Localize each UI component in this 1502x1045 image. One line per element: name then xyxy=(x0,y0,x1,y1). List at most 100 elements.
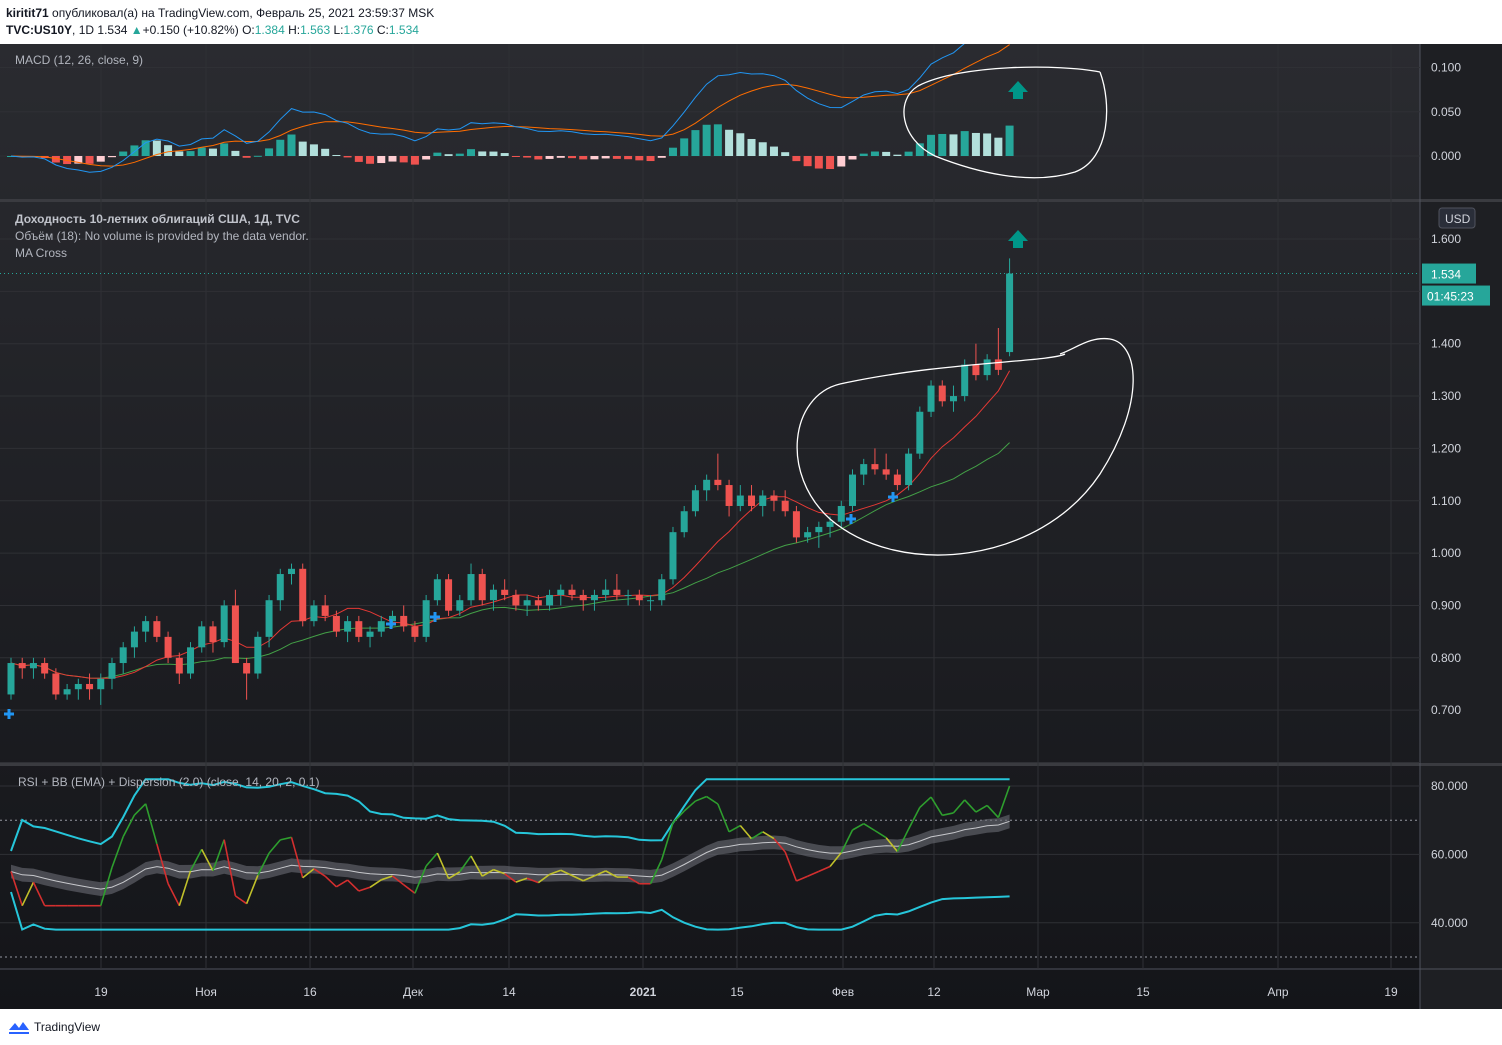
price-tick-label: 1.300 xyxy=(1431,389,1461,403)
price-tick-label: 1.000 xyxy=(1431,546,1461,560)
macd-histogram-bar xyxy=(287,134,296,156)
last-price: 1.534 xyxy=(97,23,128,37)
candle-body xyxy=(759,495,767,506)
candle-body xyxy=(882,469,890,475)
macd-histogram-bar xyxy=(814,156,823,169)
macd-tick-label: 0.000 xyxy=(1431,149,1461,163)
candle-body xyxy=(792,511,800,538)
chart-area[interactable]: 1.6001.5001.4001.3001.2001.1001.0000.900… xyxy=(0,13,1502,1009)
pane-separator xyxy=(0,763,1502,766)
candle-body xyxy=(534,600,542,606)
candle-body xyxy=(310,605,318,622)
macd-histogram-bar xyxy=(175,151,184,156)
price-tick-label: 1.600 xyxy=(1431,232,1461,246)
time-tick-label: 15 xyxy=(730,985,744,999)
candle-body xyxy=(63,689,71,695)
candle-body xyxy=(299,568,307,622)
macd-histogram-bar xyxy=(747,138,756,156)
macd-histogram-bar xyxy=(938,133,947,156)
high-label: H: xyxy=(288,23,301,37)
open-label: O: xyxy=(242,23,255,37)
macd-histogram-bar xyxy=(590,156,599,160)
macd-histogram-bar xyxy=(410,156,419,165)
candle-body xyxy=(422,600,430,637)
low-value: 1.376 xyxy=(343,23,374,37)
price-tick-label: 0.800 xyxy=(1431,651,1461,665)
close-label: C: xyxy=(376,23,389,37)
rsi-title: RSI + BB (EMA) + Dispersion (2.0) (close… xyxy=(18,775,320,789)
macd-histogram-bar xyxy=(489,151,498,156)
macd-histogram-bar xyxy=(725,129,734,156)
ma-cross-label: MA Cross xyxy=(15,246,68,260)
macd-histogram-bar xyxy=(220,143,229,156)
candle-body xyxy=(456,600,464,611)
macd-histogram-bar xyxy=(96,156,105,162)
candle-body xyxy=(972,364,980,376)
macd-histogram-bar xyxy=(994,137,1003,156)
macd-histogram-bar xyxy=(343,156,352,158)
candle-body xyxy=(355,621,363,637)
macd-histogram-bar xyxy=(635,156,644,161)
macd-histogram-bar xyxy=(657,156,666,158)
macd-histogram-bar xyxy=(265,148,274,156)
chart-svg[interactable]: 1.6001.5001.4001.3001.2001.1001.0000.900… xyxy=(0,13,1502,1009)
candle-body xyxy=(680,511,688,533)
candle-body xyxy=(153,621,161,637)
author-name[interactable]: kiritit71 xyxy=(6,6,49,20)
macd-histogram-bar xyxy=(668,147,677,156)
macd-histogram-bar xyxy=(197,147,206,156)
candle-body xyxy=(546,594,554,606)
macd-histogram-bar xyxy=(309,144,318,156)
symbol-info: TVC:US10Y, 1D 1.534 ▲+0.150 (+10.82%) O:… xyxy=(6,23,419,37)
macd-tick-label: 0.050 xyxy=(1431,105,1461,119)
macd-histogram-bar xyxy=(186,151,195,156)
candle-body xyxy=(254,636,262,674)
macd-histogram-bar xyxy=(433,152,442,156)
candle-body xyxy=(52,673,60,695)
candle-body xyxy=(86,683,94,690)
candle-body xyxy=(433,579,441,601)
brand-name[interactable]: TradingView xyxy=(34,1020,100,1034)
macd-histogram-bar xyxy=(321,148,330,156)
macd-histogram-bar xyxy=(803,156,812,167)
price-tick-label: 1.100 xyxy=(1431,494,1461,508)
candle-body xyxy=(983,359,991,376)
macd-histogram-bar xyxy=(904,151,913,156)
macd-histogram-bar xyxy=(781,152,790,156)
candle-body xyxy=(691,490,699,512)
candle-body xyxy=(489,589,497,601)
candle-body xyxy=(635,594,643,601)
candle-body xyxy=(949,396,957,402)
macd-histogram-bar xyxy=(826,156,835,170)
macd-histogram-bar xyxy=(422,156,431,160)
macd-histogram-bar xyxy=(377,156,386,164)
macd-histogram-bar xyxy=(859,153,868,156)
candle-body xyxy=(97,678,105,690)
macd-histogram-bar xyxy=(556,156,565,158)
candle-body xyxy=(501,589,509,595)
macd-histogram-bar xyxy=(545,156,554,159)
macd-histogram-bar xyxy=(983,133,992,156)
candle-body xyxy=(29,663,37,669)
candle-body xyxy=(781,500,789,512)
symbol-name[interactable]: TVC:US10Y xyxy=(6,23,72,37)
candle-body xyxy=(119,647,127,664)
macd-histogram-bar xyxy=(624,156,633,160)
macd-histogram-bar xyxy=(837,156,846,167)
candle-body xyxy=(512,594,520,606)
macd-histogram-bar xyxy=(568,156,576,159)
candle-body xyxy=(467,574,475,601)
macd-histogram-bar xyxy=(467,149,476,156)
macd-histogram-bar xyxy=(736,133,745,156)
publish-info: kiritit71 опубликовал(а) на TradingView.… xyxy=(6,6,434,20)
macd-histogram-bar xyxy=(601,156,610,159)
candle-body xyxy=(770,495,778,501)
candle-body xyxy=(18,663,26,669)
high-value: 1.563 xyxy=(300,23,331,37)
time-tick-label: Дек xyxy=(403,985,424,999)
candle-body xyxy=(288,568,295,575)
macd-histogram-bar xyxy=(758,142,767,156)
candle-body xyxy=(231,605,239,664)
candle-body xyxy=(377,621,385,632)
candle-body xyxy=(624,594,632,596)
